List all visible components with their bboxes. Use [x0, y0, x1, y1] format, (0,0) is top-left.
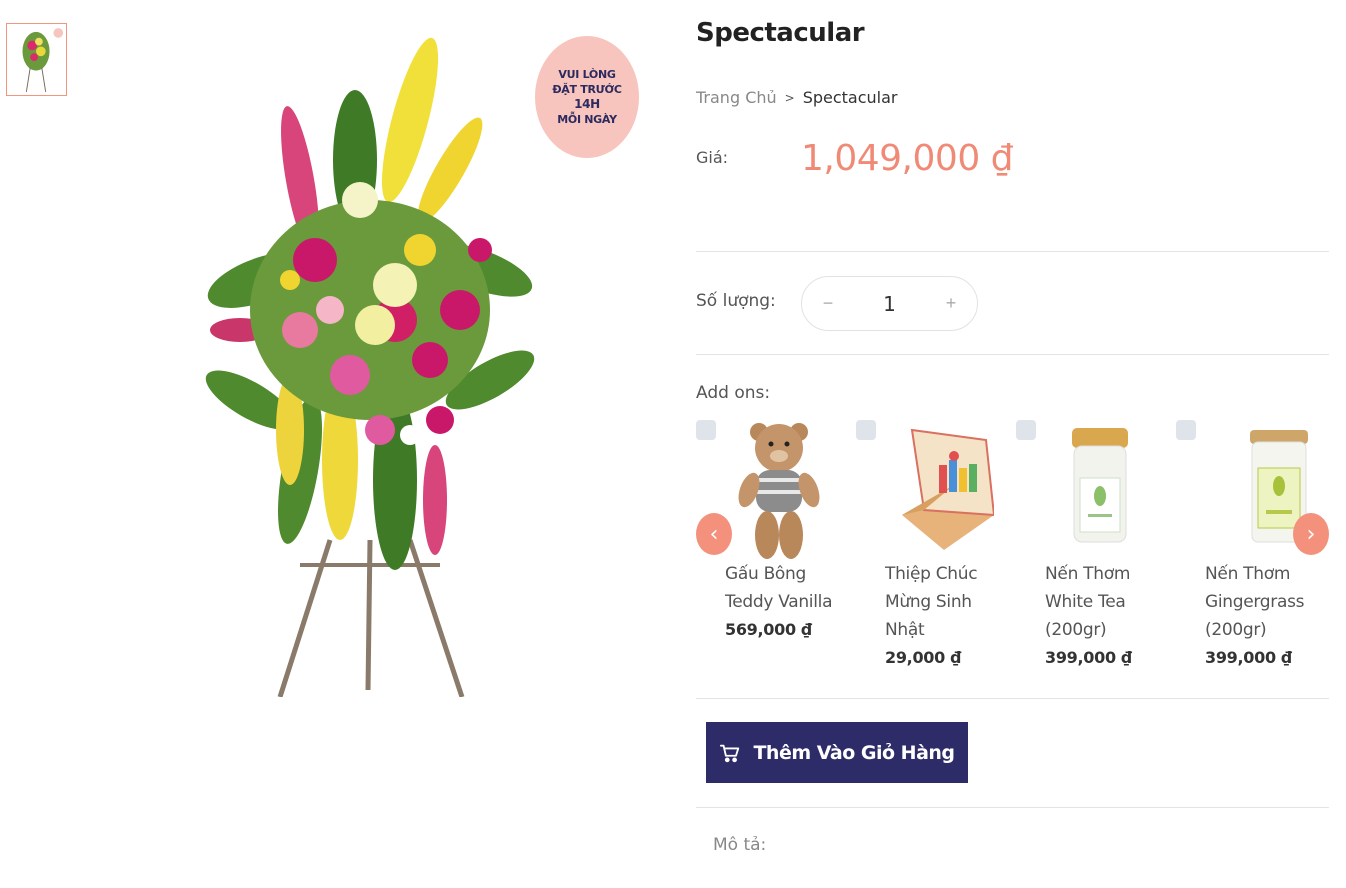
addon-name[interactable]: Nến Thơm White Tea (200gr) 399,000 ₫	[1045, 560, 1173, 672]
quantity-input[interactable]	[859, 291, 920, 316]
badge-line-4: MỖI NGÀY	[557, 113, 617, 126]
divider	[696, 807, 1329, 808]
addon-image-card[interactable]	[884, 420, 994, 560]
addon-name-text: Nến Thơm White Tea (200gr)	[1045, 564, 1131, 640]
addons-prev-button[interactable]: ‹	[696, 513, 732, 555]
badge-line-3: 14H	[574, 97, 600, 111]
thumbnail-image	[7, 24, 66, 95]
addon-image-candle-white-tea[interactable]	[1044, 420, 1154, 560]
addon-name[interactable]: Gấu Bông Teddy Vanilla 569,000 ₫	[725, 560, 853, 644]
quantity-decrease-button[interactable]: −	[818, 293, 838, 314]
addon-name-text: Gấu Bông Teddy Vanilla	[725, 564, 833, 612]
cart-icon	[720, 744, 740, 762]
addons-label: Add ons:	[696, 383, 771, 403]
addon-name-text: Nến Thơm Gingergrass (200gr)	[1205, 564, 1305, 640]
addon-image-teddy[interactable]	[724, 420, 834, 560]
add-to-cart-label: Thêm Vào Giỏ Hàng	[753, 741, 955, 764]
addon-price: 569,000 ₫	[725, 620, 812, 639]
badge-line-1: VUI LÒNG	[558, 68, 616, 81]
addon-checkbox[interactable]	[1176, 420, 1196, 440]
divider	[696, 251, 1329, 252]
addon-name[interactable]: Thiệp Chúc Mừng Sinh Nhật 29,000 ₫	[885, 560, 1013, 672]
addon-name-text: Thiệp Chúc Mừng Sinh Nhật	[885, 564, 978, 640]
product-thumbnail[interactable]	[6, 23, 67, 96]
breadcrumb-home-link[interactable]: Trang Chủ	[696, 88, 777, 107]
product-price: 1,049,000 ₫	[801, 138, 1014, 179]
addons-next-button[interactable]: ›	[1293, 513, 1329, 555]
addon-checkbox[interactable]	[1016, 420, 1036, 440]
breadcrumb-current: Spectacular	[802, 88, 898, 107]
divider	[696, 698, 1329, 699]
add-to-cart-button[interactable]: Thêm Vào Giỏ Hàng	[706, 722, 968, 783]
addon-checkbox[interactable]	[856, 420, 876, 440]
price-label: Giá:	[696, 148, 729, 167]
product-title: Spectacular	[696, 18, 865, 48]
product-main-image: VUI LÒNG ĐẶT TRƯỚC 14H MỖI NGÀY	[180, 20, 650, 697]
quantity-label: Số lượng:	[696, 291, 776, 311]
badge-line-2: ĐẶT TRƯỚC	[552, 83, 622, 96]
quantity-stepper: − +	[801, 276, 978, 331]
addon-name[interactable]: Nến Thơm Gingergrass (200gr) 399,000 ₫	[1205, 560, 1333, 672]
breadcrumb: Trang Chủ > Spectacular	[696, 88, 898, 107]
addon-price: 399,000 ₫	[1045, 648, 1132, 667]
breadcrumb-separator: >	[784, 90, 795, 105]
addon-price: 399,000 ₫	[1205, 648, 1292, 667]
addon-price: 29,000 ₫	[885, 648, 962, 667]
preorder-badge: VUI LÒNG ĐẶT TRƯỚC 14H MỖI NGÀY	[535, 36, 639, 158]
addon-checkbox[interactable]	[696, 420, 716, 440]
quantity-increase-button[interactable]: +	[941, 293, 961, 314]
description-label: Mô tả:	[713, 835, 767, 855]
divider	[696, 354, 1329, 355]
